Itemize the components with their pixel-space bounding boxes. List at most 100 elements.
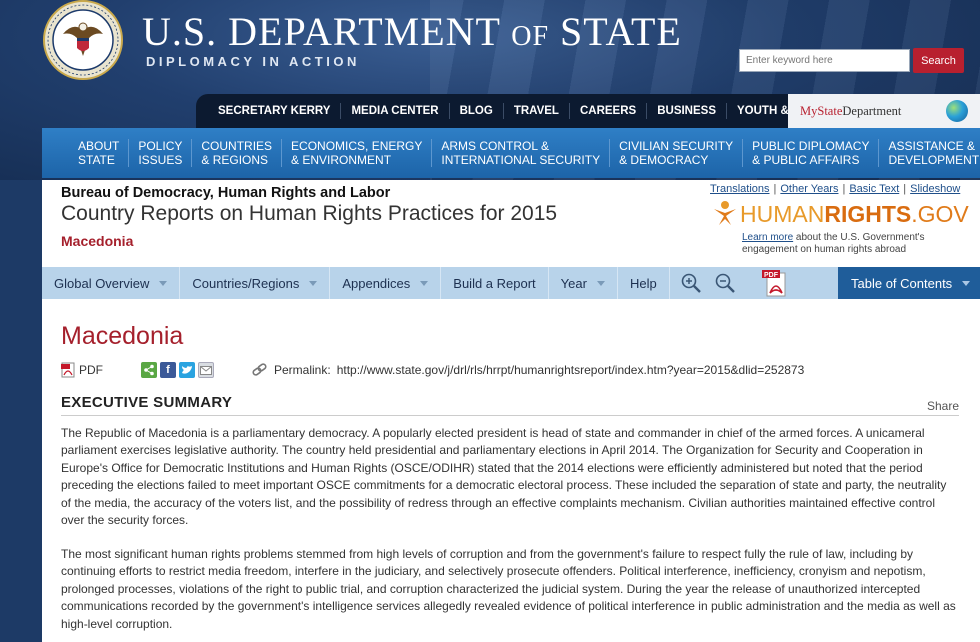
share-icons: f <box>141 362 214 378</box>
main-nav-label: ISSUES <box>138 153 183 167</box>
email-icon[interactable] <box>198 362 214 378</box>
year-label: Year <box>560 275 587 291</box>
main-nav-civilian-security[interactable]: CIVILIAN SECURITY & DEMOCRACY <box>610 139 744 167</box>
humanrights-gov-logo[interactable]: HUMANRIGHTS.GOV <box>712 200 969 228</box>
dept-of-state-seal-icon[interactable] <box>41 0 125 80</box>
appendices-label: Appendices <box>342 275 411 291</box>
title-main: U.S. DEPARTMENT <box>142 9 501 54</box>
main-nav-label: PUBLIC DIPLOMACY <box>752 139 870 153</box>
zoom-out-icon[interactable] <box>708 267 742 299</box>
hr-human: HUMAN <box>740 201 825 227</box>
learn-more-text: about the U.S. Government's <box>793 232 925 243</box>
site-header: U.S. DEPARTMENT OF STATE DIPLOMACY IN AC… <box>0 0 980 180</box>
appendices-menu[interactable]: Appendices <box>330 267 442 299</box>
share-link[interactable]: Share <box>927 399 959 413</box>
report-sub-nav: Global Overview Countries/Regions Append… <box>42 267 980 299</box>
main-nav-label: ABOUT <box>78 139 120 153</box>
pdf-label: PDF <box>79 363 103 377</box>
utility-links: Translations | Other Years | Basic Text | Slid… <box>710 183 960 195</box>
zoom-out-glyph <box>715 273 735 293</box>
chevron-down-icon <box>159 280 168 286</box>
main-nav-public-diplomacy[interactable]: PUBLIC DIPLOMACY & PUBLIC AFFAIRS <box>743 139 880 167</box>
summary-paragraph-1: The Republic of Macedonia is a parliamen… <box>61 426 947 528</box>
global-overview-label: Global Overview <box>54 275 150 291</box>
share-icon[interactable] <box>141 362 157 378</box>
human-figure-icon <box>714 201 736 225</box>
zoom-in-icon[interactable] <box>670 267 708 299</box>
hr-gov: .GOV <box>911 201 969 227</box>
country-heading: Macedonia <box>61 322 184 350</box>
report-title: Country Reports on Human Rights Practice… <box>61 202 558 225</box>
top-nav-media-center[interactable]: MEDIA CENTER <box>341 103 450 119</box>
chevron-down-icon <box>596 280 605 286</box>
slideshow-link[interactable]: Slideshow <box>910 183 960 195</box>
link-separator: | <box>842 183 846 195</box>
department-title[interactable]: U.S. DEPARTMENT OF STATE <box>142 8 682 55</box>
top-nav-travel[interactable]: TRAVEL <box>504 103 570 119</box>
section-title: EXECUTIVE SUMMARY <box>61 394 233 411</box>
main-nav-label: & DEMOCRACY <box>619 153 709 167</box>
main-nav-arms-control[interactable]: ARMS CONTROL & INTERNATIONAL SECURITY <box>432 139 611 167</box>
main-nav-countries-regions[interactable]: COUNTRIES & REGIONS <box>192 139 283 167</box>
other-years-link[interactable]: Other Years <box>780 183 838 195</box>
build-report-label: Build a Report <box>453 275 536 291</box>
learn-more-text-2: engagement on human rights abroad <box>742 244 907 255</box>
pdf-link[interactable]: PDF <box>61 362 103 378</box>
article-tools: PDF f Permalink: http://www.state.gov/j/… <box>61 361 804 379</box>
top-nav-careers[interactable]: CAREERS <box>570 103 648 119</box>
year-menu[interactable]: Year <box>549 267 618 299</box>
globe-icon <box>946 100 968 122</box>
top-nav-blog[interactable]: BLOG <box>450 103 504 119</box>
title-end: STATE <box>560 9 682 54</box>
main-nav: ABOUT STATE POLICY ISSUES COUNTRIES & RE… <box>42 128 980 178</box>
main-nav-label: ECONOMICS, ENERGY <box>291 139 423 153</box>
main-nav-label: STATE <box>78 153 115 167</box>
help-button[interactable]: Help <box>618 267 670 299</box>
main-nav-label: & PUBLIC AFFAIRS <box>752 153 860 167</box>
my-state-department-link[interactable]: My State Department <box>788 94 980 128</box>
department-subtitle: DIPLOMACY IN ACTION <box>146 54 360 69</box>
main-nav-label: ASSISTANCE & <box>888 139 975 153</box>
facebook-icon[interactable]: f <box>160 362 176 378</box>
main-nav-economics-energy[interactable]: ECONOMICS, ENERGY & ENVIRONMENT <box>282 139 433 167</box>
link-separator: | <box>903 183 907 195</box>
permalink-url[interactable]: http://www.state.gov/j/drl/rls/hrrpt/hum… <box>337 363 805 377</box>
bureau-name: Bureau of Democracy, Human Rights and La… <box>61 185 391 201</box>
main-nav-about-state[interactable]: ABOUT STATE <box>42 139 130 167</box>
section-divider <box>61 415 959 416</box>
mystate-suffix: Department <box>842 103 902 118</box>
top-nav-business[interactable]: BUSINESS <box>647 103 727 119</box>
humanrights-learn-more: Learn more about the U.S. Government's e… <box>742 232 952 256</box>
main-nav-label: & REGIONS <box>201 153 269 167</box>
zoom-in-glyph <box>681 273 701 293</box>
global-overview-menu[interactable]: Global Overview <box>42 267 181 299</box>
pdf-acrobat-glyph: PDF <box>761 270 786 297</box>
learn-more-link[interactable]: Learn more <box>742 232 793 243</box>
search-button[interactable]: Search <box>913 48 964 73</box>
toc-label: Table of Contents <box>851 275 953 291</box>
top-nav-secretary-kerry[interactable]: SECRETARY KERRY <box>196 103 342 119</box>
main-nav-label: POLICY <box>138 139 183 153</box>
translations-link[interactable]: Translations <box>710 183 770 195</box>
permalink-label: Permalink: <box>274 363 331 377</box>
pdf-file-icon <box>61 362 75 378</box>
main-nav-label: ARMS CONTROL & <box>441 139 549 153</box>
main-nav-assistance-development[interactable]: ASSISTANCE & DEVELOPMENT <box>879 139 980 167</box>
twitter-icon[interactable] <box>179 362 195 378</box>
main-nav-label: INTERNATIONAL SECURITY <box>441 153 601 167</box>
main-nav-label: & ENVIRONMENT <box>291 153 392 167</box>
main-nav-label: CIVILIAN SECURITY <box>619 139 734 153</box>
link-separator: | <box>773 183 777 195</box>
search-input[interactable] <box>739 49 910 72</box>
title-of: OF <box>511 21 550 52</box>
table-of-contents-button[interactable]: Table of Contents <box>838 267 980 299</box>
countries-regions-menu[interactable]: Countries/Regions <box>180 267 331 299</box>
build-report-button[interactable]: Build a Report <box>441 267 549 299</box>
main-nav-policy-issues[interactable]: POLICY ISSUES <box>129 139 193 167</box>
main-nav-label: DEVELOPMENT <box>888 153 980 167</box>
chevron-down-icon <box>420 280 429 286</box>
countries-regions-label: Countries/Regions <box>192 275 300 291</box>
basic-text-link[interactable]: Basic Text <box>849 183 899 195</box>
pdf-download-icon[interactable]: PDF <box>742 267 796 299</box>
chevron-down-icon <box>309 280 318 286</box>
